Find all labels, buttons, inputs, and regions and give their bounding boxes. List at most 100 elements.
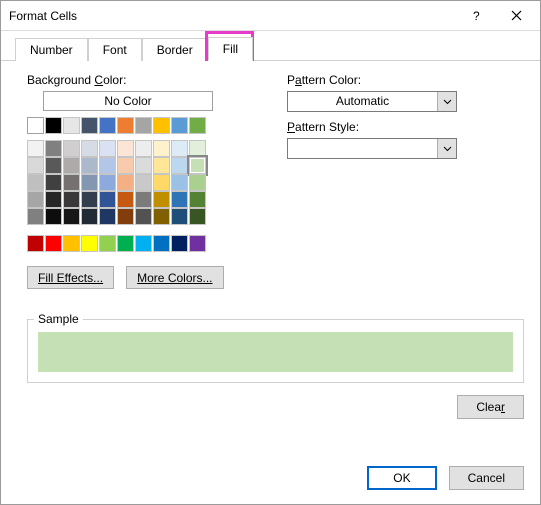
cancel-button[interactable]: Cancel — [449, 466, 524, 490]
ok-button[interactable]: OK — [367, 466, 436, 490]
color-swatch[interactable] — [45, 174, 62, 191]
pattern-color-dropdown[interactable]: Automatic — [287, 91, 457, 112]
color-swatch[interactable] — [45, 117, 62, 134]
color-swatch[interactable] — [27, 117, 44, 134]
color-swatch[interactable] — [135, 140, 152, 157]
color-swatch[interactable] — [99, 117, 116, 134]
color-swatch[interactable] — [189, 117, 206, 134]
help-button[interactable]: ? — [456, 2, 496, 30]
color-swatch[interactable] — [81, 117, 98, 134]
color-swatch[interactable] — [153, 157, 170, 174]
dialog-body: Background Color: No Color Fill Effects.… — [1, 61, 540, 458]
color-swatch[interactable] — [135, 191, 152, 208]
tab-border[interactable]: Border — [142, 38, 208, 61]
standard-color-row — [27, 235, 277, 252]
color-swatch[interactable] — [99, 191, 116, 208]
color-swatch[interactable] — [63, 140, 80, 157]
pattern-color-label: Pattern Color: — [287, 73, 524, 87]
sample-label: Sample — [34, 312, 83, 326]
color-swatch[interactable] — [171, 235, 188, 252]
color-swatch[interactable] — [153, 117, 170, 134]
tab-font[interactable]: Font — [88, 38, 142, 61]
color-swatch[interactable] — [171, 157, 188, 174]
color-swatch[interactable] — [99, 235, 116, 252]
color-swatch[interactable] — [81, 174, 98, 191]
format-cells-dialog: Format Cells ? NumberFontBorderFill Back… — [0, 0, 541, 505]
sample-group: Sample — [27, 319, 524, 383]
color-swatch[interactable] — [153, 191, 170, 208]
color-swatch[interactable] — [171, 140, 188, 157]
sample-preview — [38, 332, 513, 372]
color-swatch[interactable] — [45, 208, 62, 225]
pattern-color-value: Automatic — [288, 92, 437, 111]
color-swatch[interactable] — [99, 157, 116, 174]
color-swatch[interactable] — [45, 157, 62, 174]
color-swatch[interactable] — [81, 140, 98, 157]
color-swatch[interactable] — [117, 157, 134, 174]
pattern-style-dropdown[interactable] — [287, 138, 457, 159]
color-swatch[interactable] — [63, 157, 80, 174]
color-swatch[interactable] — [171, 117, 188, 134]
close-button[interactable] — [496, 2, 536, 30]
color-swatch[interactable] — [135, 157, 152, 174]
color-swatch[interactable] — [81, 235, 98, 252]
dialog-title: Format Cells — [9, 9, 456, 23]
color-swatch[interactable] — [45, 191, 62, 208]
color-swatch[interactable] — [81, 208, 98, 225]
color-swatch[interactable] — [189, 157, 206, 174]
color-swatch[interactable] — [189, 140, 206, 157]
color-swatch[interactable] — [63, 191, 80, 208]
color-swatch[interactable] — [189, 235, 206, 252]
color-swatch[interactable] — [45, 140, 62, 157]
tab-fill[interactable]: Fill — [208, 37, 253, 61]
fill-effects-button[interactable]: Fill Effects... — [27, 266, 114, 289]
color-swatch[interactable] — [63, 117, 80, 134]
color-swatch[interactable] — [63, 174, 80, 191]
color-swatch[interactable] — [171, 208, 188, 225]
svg-text:?: ? — [473, 9, 480, 23]
tab-number[interactable]: Number — [15, 38, 88, 61]
color-swatch[interactable] — [63, 208, 80, 225]
color-swatch[interactable] — [27, 157, 44, 174]
titlebar: Format Cells ? — [1, 1, 540, 31]
color-swatch[interactable] — [99, 208, 116, 225]
color-swatch[interactable] — [81, 191, 98, 208]
pattern-style-value — [288, 139, 437, 158]
more-colors-button[interactable]: More Colors... — [126, 266, 223, 289]
color-swatch[interactable] — [27, 140, 44, 157]
color-swatch[interactable] — [117, 191, 134, 208]
tab-strip: NumberFontBorderFill — [1, 35, 540, 61]
color-swatch[interactable] — [117, 235, 134, 252]
color-swatch[interactable] — [45, 235, 62, 252]
color-swatch[interactable] — [117, 174, 134, 191]
color-swatch[interactable] — [189, 174, 206, 191]
color-swatch[interactable] — [135, 235, 152, 252]
color-swatch[interactable] — [135, 208, 152, 225]
color-swatch[interactable] — [63, 235, 80, 252]
color-swatch[interactable] — [99, 174, 116, 191]
color-swatch[interactable] — [27, 174, 44, 191]
color-swatch[interactable] — [153, 174, 170, 191]
theme-tint-grid — [27, 140, 277, 225]
color-swatch[interactable] — [189, 208, 206, 225]
color-swatch[interactable] — [189, 191, 206, 208]
theme-color-row — [27, 117, 277, 134]
no-color-button[interactable]: No Color — [43, 91, 213, 111]
clear-button[interactable]: Clear — [457, 395, 524, 419]
color-swatch[interactable] — [27, 235, 44, 252]
color-swatch[interactable] — [27, 208, 44, 225]
color-swatch[interactable] — [81, 157, 98, 174]
color-swatch[interactable] — [99, 140, 116, 157]
color-swatch[interactable] — [27, 191, 44, 208]
color-swatch[interactable] — [117, 208, 134, 225]
color-swatch[interactable] — [135, 174, 152, 191]
close-icon — [511, 10, 522, 21]
color-swatch[interactable] — [117, 140, 134, 157]
color-swatch[interactable] — [153, 208, 170, 225]
color-swatch[interactable] — [153, 235, 170, 252]
color-swatch[interactable] — [117, 117, 134, 134]
color-swatch[interactable] — [171, 174, 188, 191]
color-swatch[interactable] — [135, 117, 152, 134]
color-swatch[interactable] — [153, 140, 170, 157]
color-swatch[interactable] — [171, 191, 188, 208]
